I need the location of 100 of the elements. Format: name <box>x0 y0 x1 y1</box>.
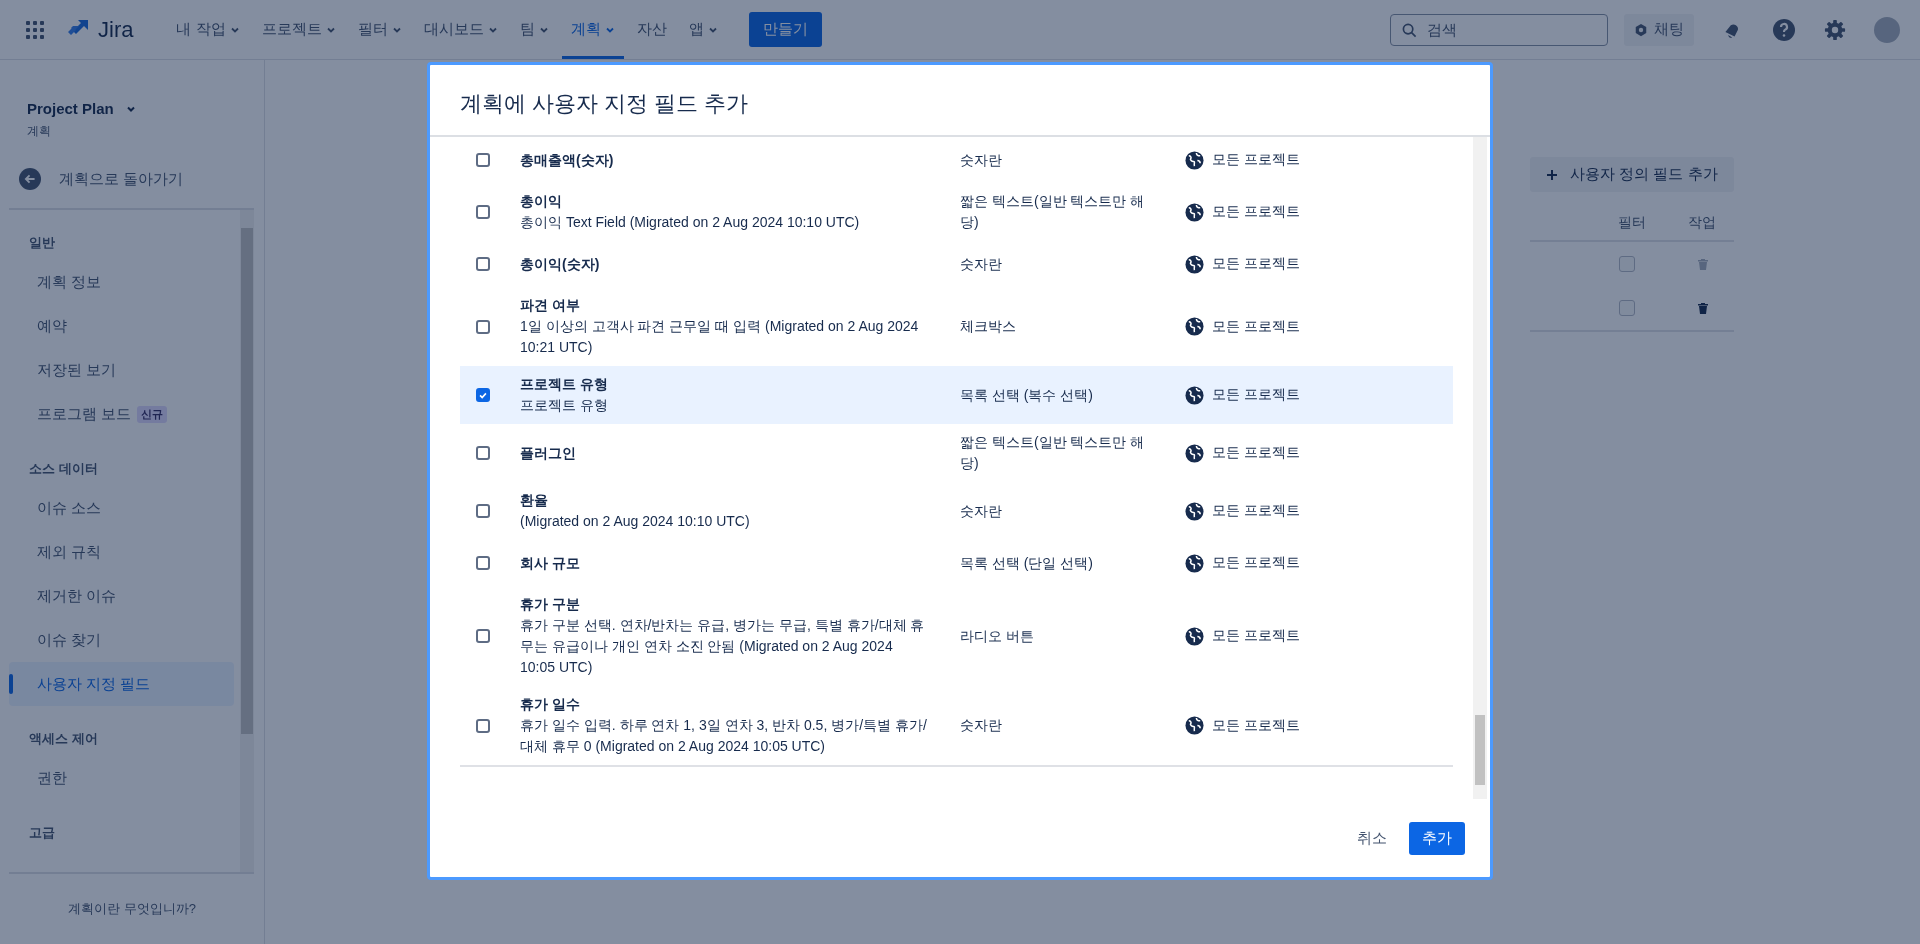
nav-menu-item[interactable]: 대시보드 <box>414 0 507 59</box>
field-scope: 모든 프로젝트 <box>1212 151 1300 169</box>
sidebar-item[interactable]: 이슈 소스 <box>9 486 234 530</box>
checkbox[interactable] <box>476 718 490 733</box>
field-description: (Migrated on 2 Aug 2024 10:10 UTC) <box>520 512 751 531</box>
sidebar-item[interactable]: 프로그램 보드 신규 <box>9 392 234 436</box>
field-row[interactable]: 휴가 일수 휴가 일수 입력. 하루 연차 1, 3일 연차 3, 반차 0.5, 병가/특별 휴가/대체 휴무 0 (Migrated on 2 Aug 2024 10:05 UTC) 숫자란 모든 프로젝트 <box>460 686 1453 767</box>
add-custom-field-button[interactable]: 사용자 정의 필드 추가 <box>1530 157 1734 192</box>
field-name: 휴가 일수 <box>520 695 581 714</box>
globe-icon <box>1185 254 1204 274</box>
checkbox[interactable] <box>476 153 490 167</box>
checkbox[interactable] <box>476 556 490 570</box>
field-row[interactable]: 환율 (Migrated on 2 Aug 2024 10:10 UTC) 숫자란 모든 프로젝트 <box>460 482 1453 540</box>
project-name[interactable]: Project Plan <box>27 100 264 117</box>
field-type: 숫자란 <box>960 501 1003 521</box>
checkbox[interactable] <box>476 504 490 518</box>
field-type: 목록 선택 (복수 선택) <box>960 385 1094 405</box>
field-scope: 모든 프로젝트 <box>1212 203 1300 221</box>
field-row[interactable]: 총매출액(숫자) 숫자란 모든 프로젝트 <box>460 137 1453 183</box>
field-name: 환율 <box>520 491 549 510</box>
field-type: 목록 선택 (단일 선택) <box>960 553 1094 573</box>
field-row[interactable]: 총이익(숫자) 숫자란 모든 프로젝트 <box>460 241 1453 287</box>
nav-menu-item[interactable]: 계획 <box>561 0 624 59</box>
field-type: 체크박스 <box>960 317 1017 336</box>
sidebar-item[interactable]: 예약 <box>9 304 234 348</box>
trash-icon[interactable] <box>1697 302 1709 314</box>
field-row[interactable]: 플러그인 짧은 텍스트(일반 텍스트만 해당) 모든 프로젝트 <box>460 424 1453 482</box>
sidebar-item[interactable]: 사용자 지정 필드 <box>9 662 234 706</box>
section-heading: 일반 <box>28 234 56 252</box>
logo-text[interactable]: Jira <box>98 16 134 43</box>
checkbox[interactable] <box>476 388 490 402</box>
globe-icon <box>1185 716 1204 735</box>
back-link[interactable]: 계획으로 돌아가기 <box>59 169 184 189</box>
field-type: 숫자란 <box>960 254 1003 274</box>
sidebar-item[interactable]: 이슈 찾기 <box>9 618 234 662</box>
field-name: 총매출액(숫자) <box>520 150 615 170</box>
nav-menu-item[interactable]: 자산 <box>627 0 676 59</box>
nav-menu-item[interactable]: 내 작업 <box>167 0 249 59</box>
search-icon <box>1402 22 1417 38</box>
sidebar-item[interactable]: 권한 <box>9 756 234 800</box>
field-description: 프로젝트 유형 <box>520 396 609 415</box>
section-heading: 액세스 제어 <box>28 730 99 748</box>
nav-menu-item[interactable]: 팀 <box>510 0 558 59</box>
field-row[interactable]: 파견 여부 1일 이상의 고객사 파견 근무일 때 입력 (Migrated on 2 Aug 2024 10:21 UTC) 체크박스 모든 프로젝트 <box>460 287 1453 366</box>
field-description: 1일 이상의 고객사 파견 근무일 때 입력 (Migrated on 2 Aug 2024 10:21 UTC) <box>520 317 920 357</box>
scrollbar[interactable] <box>1473 137 1487 799</box>
field-row[interactable]: 프로젝트 유형 프로젝트 유형 목록 선택 (복수 선택) 모든 프로젝트 <box>460 366 1453 424</box>
nav-menu-item[interactable]: 필터 <box>348 0 411 59</box>
new-badge: 신규 <box>137 405 168 423</box>
app-grid-icon[interactable] <box>26 20 44 39</box>
sidebar-item[interactable]: 저장된 보기 <box>9 348 234 392</box>
field-scope: 모든 프로젝트 <box>1212 627 1300 645</box>
field-description: 휴가 구분 선택. 연차/반차는 유급, 병가는 무급, 특별 휴가/대체 휴무는 유급이나 개인 연차 소진 안됨 (Migrated on 2 Aug 2024 10:05 UTC) <box>520 616 926 677</box>
help-icon[interactable] <box>1772 17 1796 42</box>
field-type: 숫자란 <box>960 716 1003 735</box>
field-name: 파견 여부 <box>520 296 581 315</box>
field-name: 총이익(숫자) <box>520 254 601 274</box>
field-description: 총이익 Text Field (Migrated on 2 Aug 2024 10:10 UTC) <box>520 213 861 232</box>
checkbox[interactable] <box>476 629 490 643</box>
field-scope: 모든 프로젝트 <box>1212 317 1300 336</box>
plus-icon <box>1546 168 1558 181</box>
add-button[interactable]: 추가 <box>1409 821 1465 855</box>
globe-icon <box>1185 317 1204 336</box>
dialog-title: 계획에 사용자 지정 필드 추가 <box>430 65 1490 137</box>
field-row[interactable]: 휴가 구분 휴가 구분 선택. 연차/반차는 유급, 병가는 무급, 특별 휴가/대체 휴무는 유급이나 개인 연차 소진 안됨 (Migrated on 2 Aug 2024 10:05 UTC) 라디오 버튼 모든 프로젝트 <box>460 586 1453 686</box>
field-row[interactable]: 회사 규모 목록 선택 (단일 선택) 모든 프로젝트 <box>460 540 1453 586</box>
field-name: 총이익 <box>520 192 563 211</box>
help-link[interactable]: 계획이란 무엇입니까? <box>68 900 196 918</box>
field-scope: 모든 프로젝트 <box>1212 386 1300 404</box>
create-button[interactable]: 만들기 <box>748 12 822 47</box>
nav-menu-item[interactable]: 프로젝트 <box>252 0 345 59</box>
settings-icon[interactable] <box>1824 18 1846 41</box>
globe-icon <box>1185 501 1204 521</box>
field-scope: 모든 프로젝트 <box>1212 716 1300 735</box>
project-type: 계획 <box>27 123 52 140</box>
column-header: 작업 <box>1688 214 1716 232</box>
scrollbar[interactable] <box>240 210 254 872</box>
checkbox[interactable] <box>476 446 490 460</box>
checkbox[interactable] <box>476 319 490 334</box>
checkbox[interactable] <box>476 257 490 271</box>
field-type: 숫자란 <box>960 150 1003 170</box>
globe-icon <box>1185 150 1204 170</box>
sidebar-item[interactable]: 제외 규칙 <box>9 530 234 574</box>
checkbox[interactable] <box>476 205 490 219</box>
field-type: 라디오 버튼 <box>960 626 1035 646</box>
cancel-button[interactable]: 취소 <box>1345 821 1399 855</box>
sidebar-item[interactable]: 계획 정보 <box>9 260 234 304</box>
filter-checkbox[interactable] <box>1619 300 1635 316</box>
field-type: 짧은 텍스트(일반 텍스트만 해당) <box>960 433 1146 473</box>
field-scope: 모든 프로젝트 <box>1212 502 1300 520</box>
sidebar-item[interactable]: 제거한 이슈 <box>9 574 234 618</box>
nav-menu-item[interactable]: 앱 <box>679 0 727 59</box>
globe-icon <box>1185 443 1204 463</box>
field-scope: 모든 프로젝트 <box>1212 554 1300 572</box>
search-field[interactable]: 검색 <box>1390 13 1608 46</box>
field-row[interactable]: 총이익 총이익 Text Field (Migrated on 2 Aug 2024 10:10 UTC) 짧은 텍스트(일반 텍스트만 해당) 모든 프로젝트 <box>460 183 1453 241</box>
chat-button[interactable]: 채팅 <box>1624 13 1694 46</box>
globe-icon <box>1185 202 1204 222</box>
filter-checkbox[interactable] <box>1619 256 1635 272</box>
field-name: 플러그인 <box>520 443 577 463</box>
